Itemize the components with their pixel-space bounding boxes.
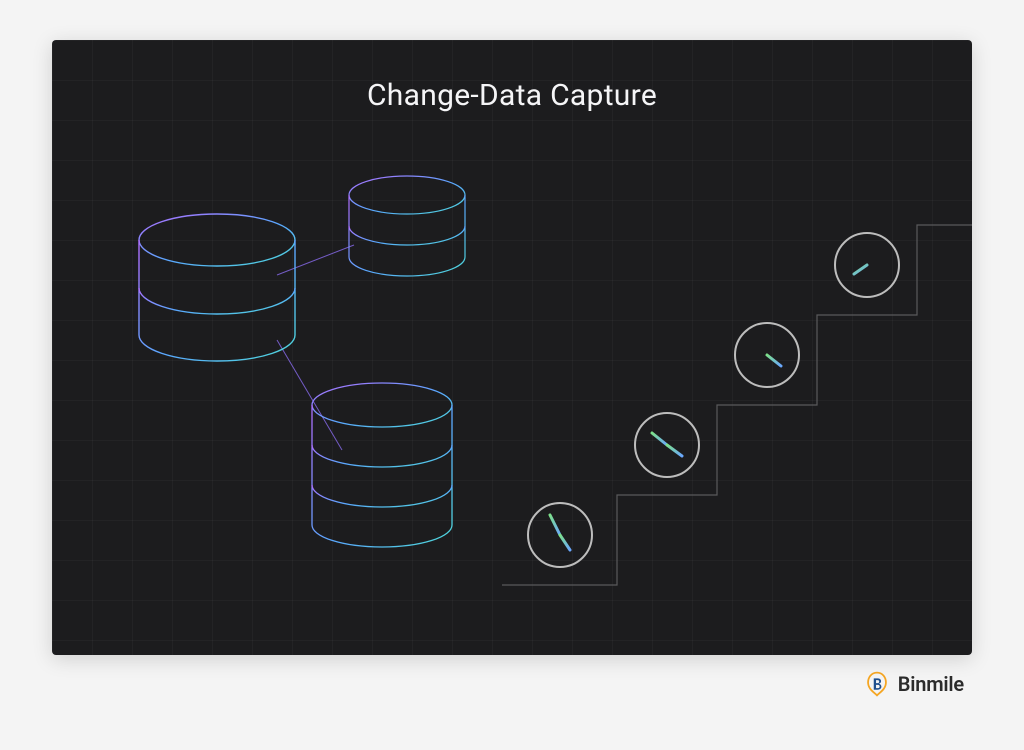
clock-4-icon: [835, 233, 899, 297]
diagram-canvas: Change-Data Capture: [52, 40, 972, 655]
db-main-icon: [139, 214, 295, 361]
brand-name: Binmile: [898, 672, 964, 696]
db-bottom-icon: [312, 383, 452, 547]
brand-logo-icon: [864, 671, 890, 697]
diagram-svg: [52, 40, 972, 655]
brand-row: Binmile: [52, 671, 972, 697]
clock-1-icon: [528, 503, 592, 567]
db-top-icon: [349, 176, 465, 276]
clock-3-icon: [735, 323, 799, 387]
clock-2-icon: [635, 413, 699, 477]
db-connections: [277, 245, 354, 450]
staircase: [502, 135, 972, 585]
